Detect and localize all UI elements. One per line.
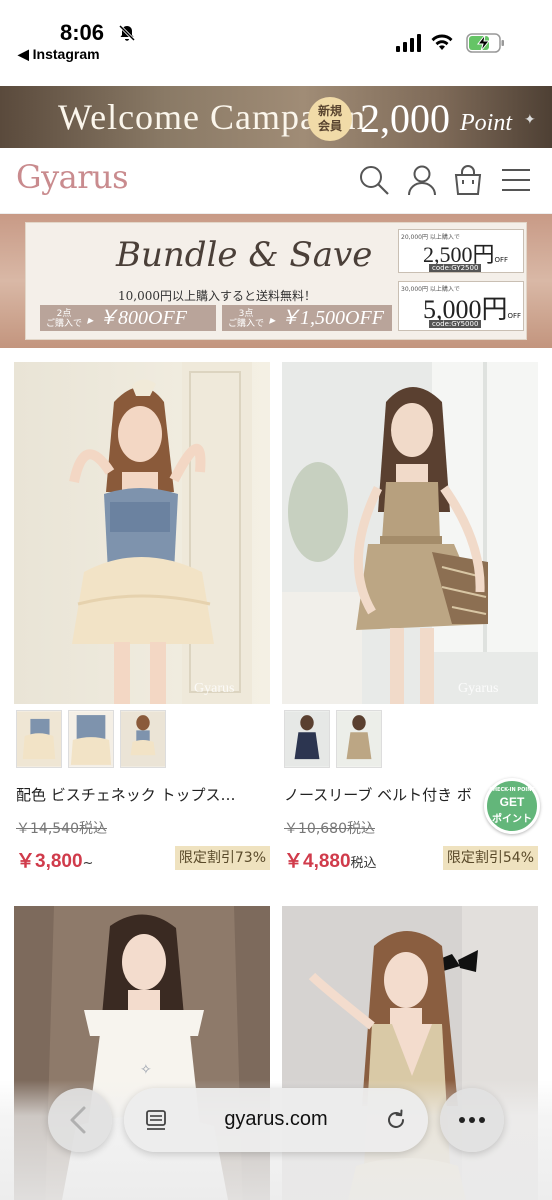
coupon2-off: OFF <box>507 312 522 320</box>
status-bar: 8:06 ◀ Instagram <box>0 0 552 86</box>
offer-3-items: 3点 ご購入で ▸ ￥1,500OFF <box>222 305 392 331</box>
cellular-signal-icon <box>396 34 421 52</box>
offer2-note: ご購入で <box>228 319 265 330</box>
url-text: gyarus.com <box>224 1108 328 1130</box>
sale-price: ￥4,880税込 <box>284 846 377 873</box>
offer2-qty: 3点 <box>238 309 254 320</box>
sale-price-value: ￥4,880 <box>284 851 351 872</box>
offer1-amount: ￥800OFF <box>98 307 187 329</box>
discount-badge: 限定割引54% <box>442 846 538 870</box>
thumbnail-2[interactable] <box>336 710 382 768</box>
hamburger-menu-icon[interactable] <box>500 164 532 196</box>
color-thumbnails <box>284 710 388 768</box>
site-header: Gyarus <box>0 148 552 214</box>
sale-price: ￥3,800~ <box>16 846 93 873</box>
site-logo[interactable]: Gyarus <box>16 158 129 196</box>
price-suffix: ~ <box>82 856 94 871</box>
welcome-campaign-banner[interactable]: Welcome Campaign 新規 会員 2,000 Point ✦ <box>0 86 552 148</box>
get-badge-top: CHECK-IN POINT <box>489 787 535 793</box>
account-icon[interactable] <box>406 164 438 196</box>
banner-subtitle: 10,000円以上購入すると送料無料！ <box>118 289 316 303</box>
offer1-note: ご購入で <box>46 319 83 330</box>
get-point-button[interactable]: CHECK-IN POINT GET ポイント <box>484 778 540 834</box>
new-member-badge: 新規 会員 <box>308 97 352 141</box>
offer-2-items: 2点 ご購入で ▸ ￥800OFF <box>40 305 216 331</box>
bundle-save-banner[interactable]: Bundle & Save 10,000円以上購入すると送料無料！ 2点 ご購入で… <box>25 222 527 340</box>
reload-icon[interactable] <box>384 1108 408 1132</box>
get-badge-point: ポイント <box>492 814 532 825</box>
silent-bell-icon <box>118 24 136 42</box>
banner-title: Bundle & Save <box>116 235 373 275</box>
sale-price-value: ￥3,800 <box>16 851 83 872</box>
status-time: 8:06 <box>60 20 105 45</box>
thumbnail-1[interactable] <box>16 710 62 768</box>
campaign-unit: Point <box>460 110 512 136</box>
brooch-icon: ✧ <box>140 1062 152 1078</box>
thumbnail-2[interactable] <box>68 710 114 768</box>
coupon-ticket-1: 20,000円 以上購入で 2,500円OFF code:GY2500 <box>398 229 524 273</box>
get-badge-get: GET <box>499 795 525 809</box>
browser-back-button[interactable] <box>48 1088 112 1152</box>
more-dots-icon <box>459 1117 485 1123</box>
promo-banner-area[interactable]: Bundle & Save 10,000円以上購入すると送料無料！ 2点 ご購入で… <box>0 214 552 348</box>
coupon1-off: OFF <box>494 256 509 264</box>
arrow-right-icon: ▸ <box>269 313 276 327</box>
coupon2-code: code:GY5000 <box>429 320 482 328</box>
product-name[interactable]: 配色 ビスチェネック トップス… <box>16 784 270 805</box>
cart-icon[interactable] <box>452 164 484 196</box>
sparkle-icon: ✦ <box>524 112 536 128</box>
chevron-left-icon <box>70 1106 86 1134</box>
thumbnail-3[interactable] <box>120 710 166 768</box>
browser-more-button[interactable] <box>440 1088 504 1152</box>
watermark-logo: Gyarus <box>458 681 498 696</box>
discount-badge: 限定割引73% <box>174 846 270 870</box>
offer2-amount: ￥1,500OFF <box>280 307 384 329</box>
watermark-logo: Gyarus <box>194 681 234 696</box>
product-image[interactable]: Gyarus <box>282 362 538 704</box>
back-to-instagram[interactable]: ◀ Instagram <box>18 46 100 63</box>
badge-line-1: 新規 <box>317 104 342 118</box>
coupon-ticket-2: 30,000円 以上購入で 5,000円OFF code:GY5000 <box>398 281 524 331</box>
coupon1-code: code:GY2500 <box>429 264 482 272</box>
address-bar[interactable]: gyarus.com <box>124 1088 428 1152</box>
thumbnail-1[interactable] <box>284 710 330 768</box>
arrow-right-icon: ▸ <box>87 313 94 327</box>
campaign-amount: 2,000 <box>360 96 450 141</box>
original-price: ￥14,540税込 <box>16 821 107 837</box>
badge-line-2: 会員 <box>317 119 342 133</box>
wifi-icon <box>431 34 453 50</box>
color-thumbnails <box>16 710 172 768</box>
original-price: ￥10,680税込 <box>284 821 375 837</box>
price-suffix: 税込 <box>350 856 377 871</box>
search-icon[interactable] <box>358 164 390 196</box>
battery-charging-icon <box>466 33 504 53</box>
offer1-qty: 2点 <box>56 309 72 320</box>
product-image[interactable]: Gyarus <box>14 362 270 704</box>
